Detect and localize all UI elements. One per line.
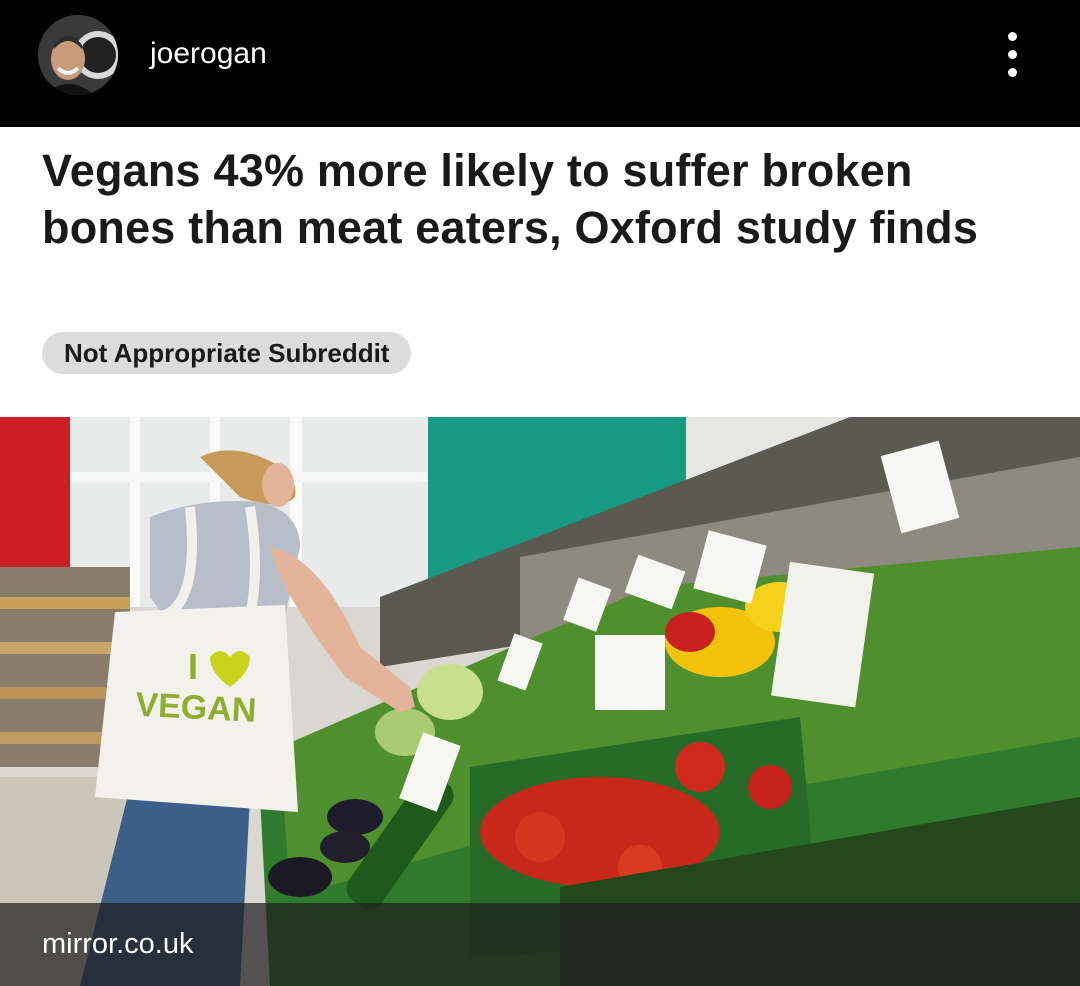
link-card[interactable]: Vegans 43% more likely to suffer broken … — [0, 127, 1080, 417]
source-domain[interactable]: mirror.co.uk — [42, 928, 193, 961]
article-image: I VEGAN — [0, 417, 1080, 986]
bag-text-top: I — [188, 646, 198, 687]
username[interactable]: joerogan — [150, 37, 267, 71]
flair-badge: Not Appropriate Subreddit — [42, 332, 412, 374]
more-vertical-icon[interactable] — [998, 30, 1028, 82]
bag-text-bottom: VEGAN — [135, 686, 258, 730]
red-wall — [0, 417, 70, 587]
post-header: joerogan — [0, 0, 1080, 127]
headline: Vegans 43% more likely to suffer broken … — [42, 145, 979, 253]
profile-avatar[interactable] — [38, 15, 118, 95]
avatar-image — [38, 15, 118, 95]
